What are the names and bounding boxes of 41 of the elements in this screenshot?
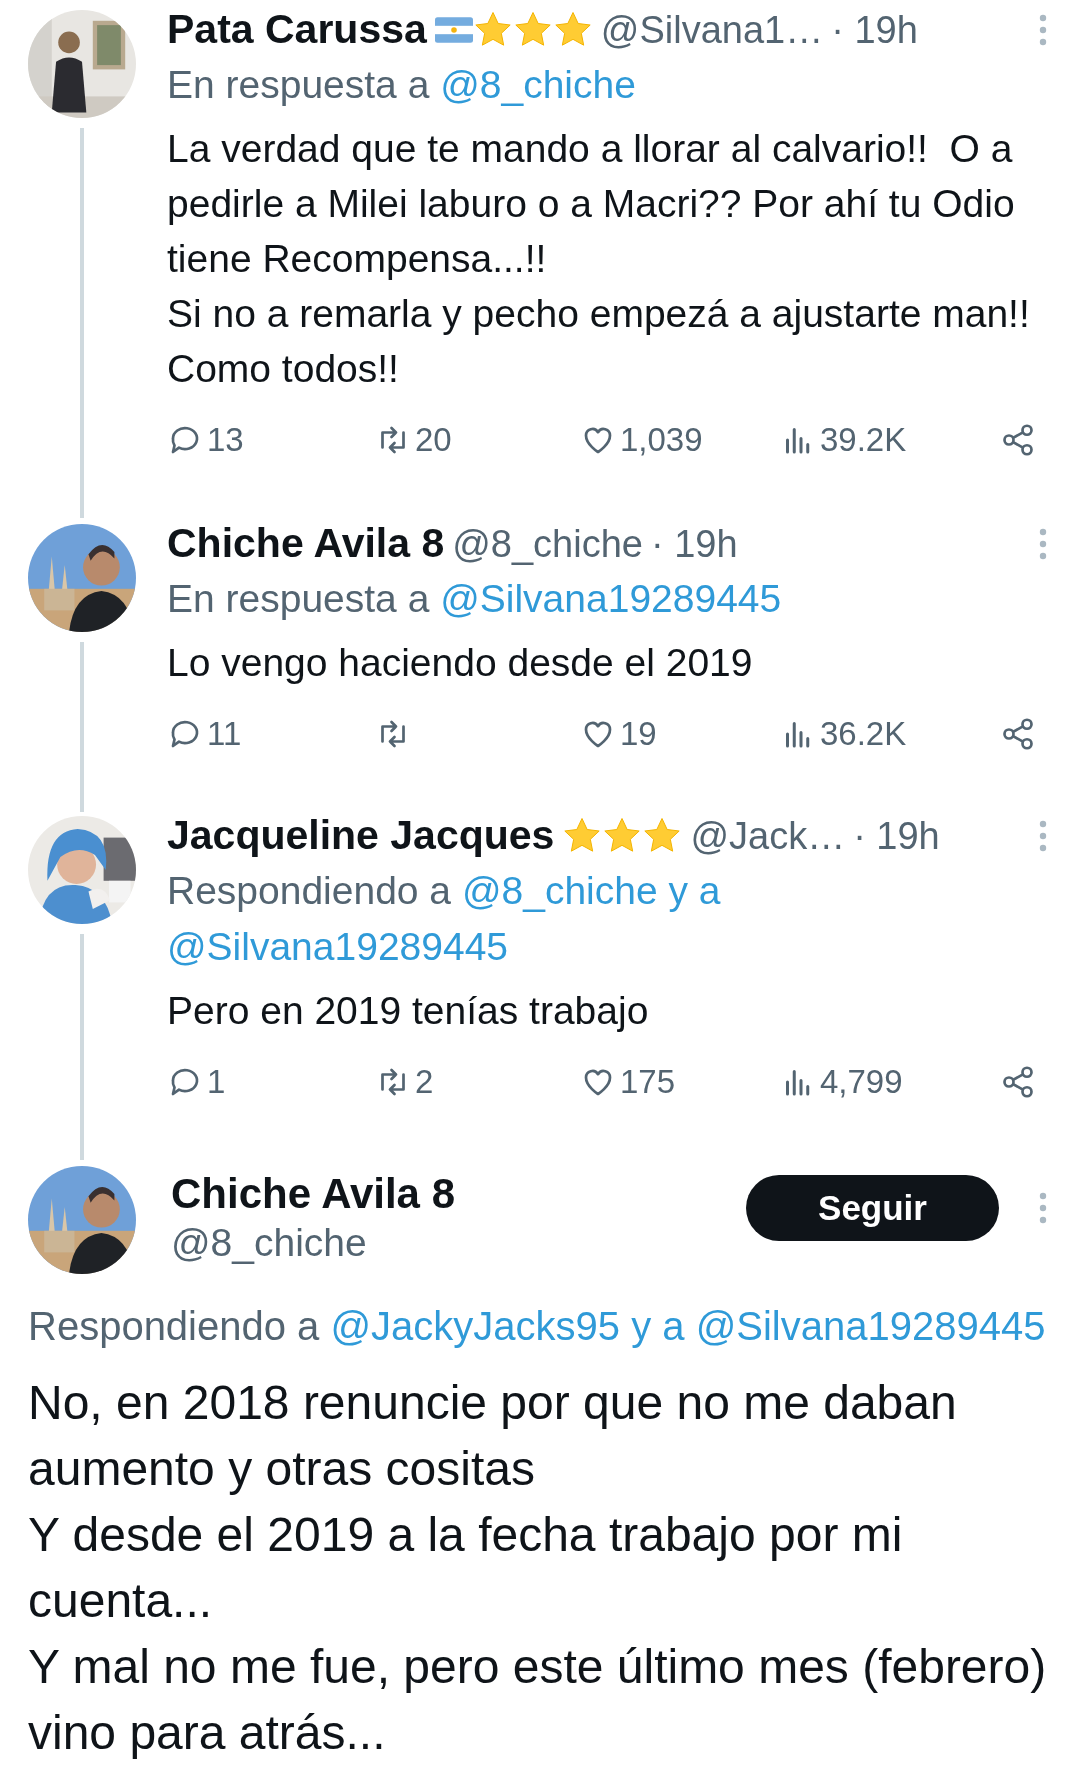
reply-line: Respondiendo a @8_chiche y a @Silvana19289445 [167,868,722,970]
timestamp: · 19h [650,521,738,567]
post-text: La verdad que te mando a llorar al calvario!! O a pedirle a Milei laburo o a Macri?? Por ahí tu Odio tiene Recompensa...!! Si no a remarla y pecho empezá a ajustarte man!! Como todos!! [167,126,1031,392]
author-handle[interactable]: @8_chiche [452,515,643,573]
reposts-button[interactable]: 2 [375,1060,434,1104]
reply-line: En respuesta a @Silvana19289445 [167,576,783,622]
mention-link[interactable]: @JackyJacks95 [330,1304,621,1348]
share-icon[interactable] [1000,716,1036,752]
author-name[interactable]: Pata Carussa [167,0,427,61]
author-name[interactable]: Chiche Avila 8 [167,513,445,575]
replies-button[interactable]: 1 [167,1060,226,1104]
post-text: No, en 2018 renuncie por que no me daban aumento y otras cositas Y desde el 2019 a la fecha trabajo por mi cuenta... Y mal no me fue, pero este último mes (febrero) vino para atrás... [28,1375,1047,1761]
mention-link[interactable]: @Silvana19289445 [167,925,509,968]
post-text: Lo vengo haciendo desde el 2019 [167,640,754,686]
author-handle[interactable]: @8_chiche [171,1218,746,1268]
timestamp: · 19h [853,813,940,859]
flag-icon [434,17,473,43]
likes-button[interactable]: 1,039 [580,418,703,462]
likes-button[interactable]: 19 [580,712,657,756]
views-button[interactable]: 39.2K [780,418,907,462]
likes-button[interactable]: 175 [580,1060,676,1104]
replies-button[interactable]: 11 [167,712,242,756]
reply-line: Respondiendo a @JackyJacks95 y a @Silvana19289445 [28,1303,1047,1350]
replies-button[interactable]: 13 [167,418,244,462]
mention-link[interactable]: @8_chiche [440,63,636,106]
views-button[interactable]: 4,799 [780,1060,903,1104]
share-icon[interactable] [1000,1064,1036,1100]
timestamp: · 19h [831,7,918,53]
author-handle[interactable]: @Jack… [690,807,846,865]
author-handle[interactable]: @Silvana1… [600,1,824,59]
mention-link[interactable]: @8_chiche [461,869,658,912]
views-button[interactable]: 36.2K [780,712,907,756]
share-icon[interactable] [1000,422,1036,458]
author-name[interactable]: Chiche Avila 8 [171,1170,746,1218]
reply-line: En respuesta a @8_chiche [167,62,637,108]
mention-link[interactable]: @Silvana19289445 [695,1304,1046,1348]
mention-link[interactable]: @Silvana19289445 [440,577,782,620]
post-text: Pero en 2019 tenías trabajo [167,988,650,1034]
follow-button[interactable]: Seguir [746,1175,999,1241]
reposts-button[interactable]: 20 [375,418,452,462]
author-name[interactable]: Jacqueline Jacques [167,805,555,867]
